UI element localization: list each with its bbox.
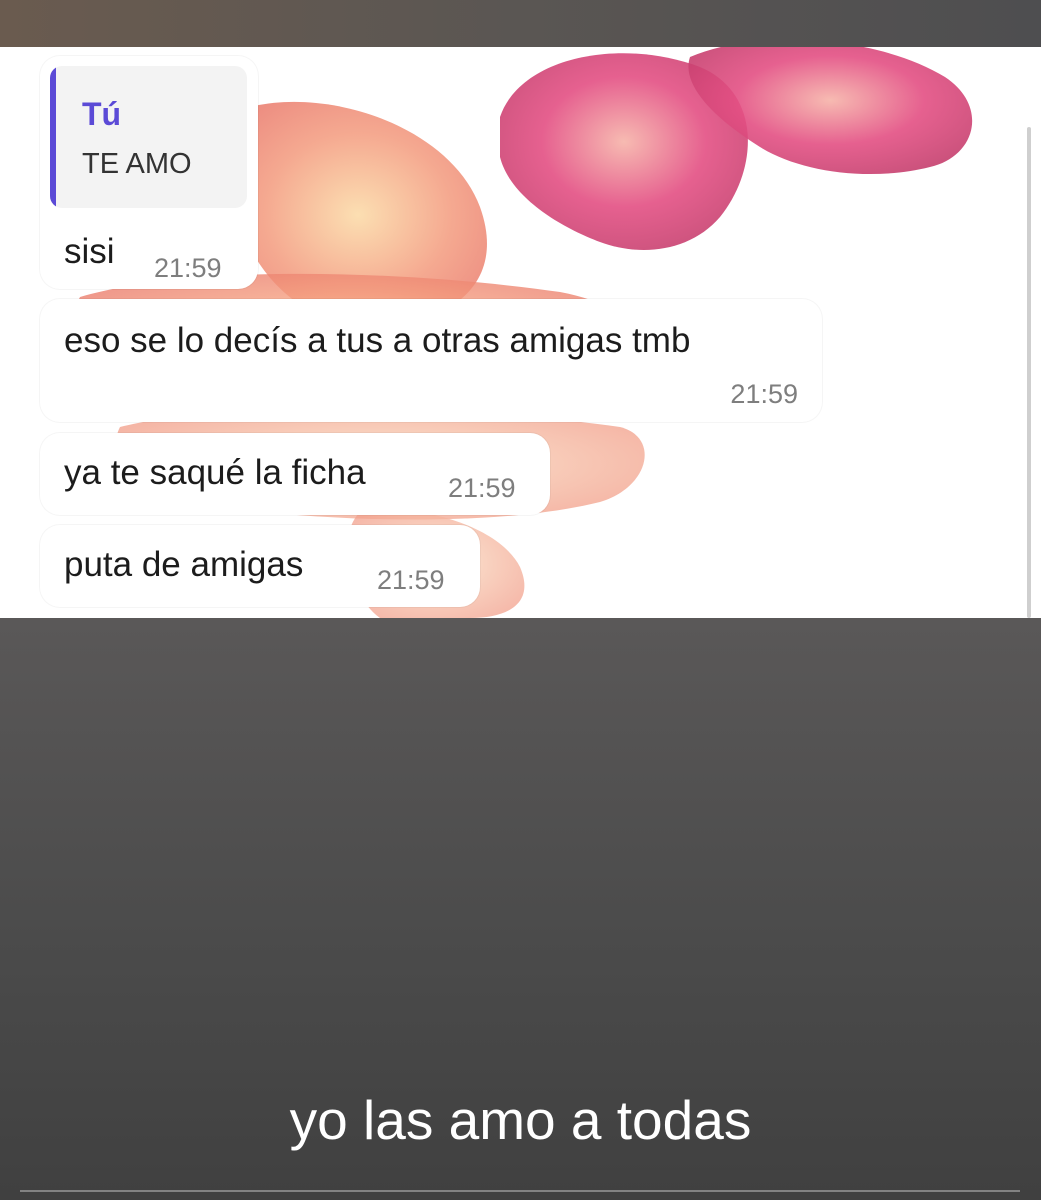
message-time: 21:59	[154, 253, 222, 283]
message-bubble-1: Tú TE AMO sisi 21:59	[40, 56, 258, 289]
quoted-reply[interactable]: Tú TE AMO	[50, 66, 247, 208]
reply-accent-bar	[50, 66, 56, 208]
reply-author: Tú	[82, 96, 122, 132]
message-text: puta de amigas	[64, 545, 304, 584]
story-caption: yo las amo a todas	[289, 1089, 752, 1151]
message-bubble-4: puta de amigas 21:59	[40, 525, 480, 607]
message-time: 21:59	[448, 473, 516, 503]
message-bubble-3: ya te saqué la ficha 21:59	[40, 433, 550, 515]
message-bubble-2: eso se lo decís a tus a otras amigas tmb…	[40, 299, 822, 422]
message-time: 21:59	[377, 565, 445, 595]
message-text: ya te saqué la ficha	[64, 453, 366, 492]
reply-text: TE AMO	[82, 148, 192, 180]
message-text: sisi	[64, 232, 115, 271]
message-text: eso se lo decís a tus a otras amigas tmb	[64, 321, 691, 360]
top-blurred-strip	[0, 0, 1041, 47]
bottom-divider-line	[20, 1190, 1020, 1192]
message-time: 21:59	[730, 379, 798, 409]
scrollbar[interactable]	[1027, 127, 1031, 618]
chat-screenshot: Tú TE AMO sisi 21:59 eso se lo decís a t…	[0, 47, 1041, 618]
